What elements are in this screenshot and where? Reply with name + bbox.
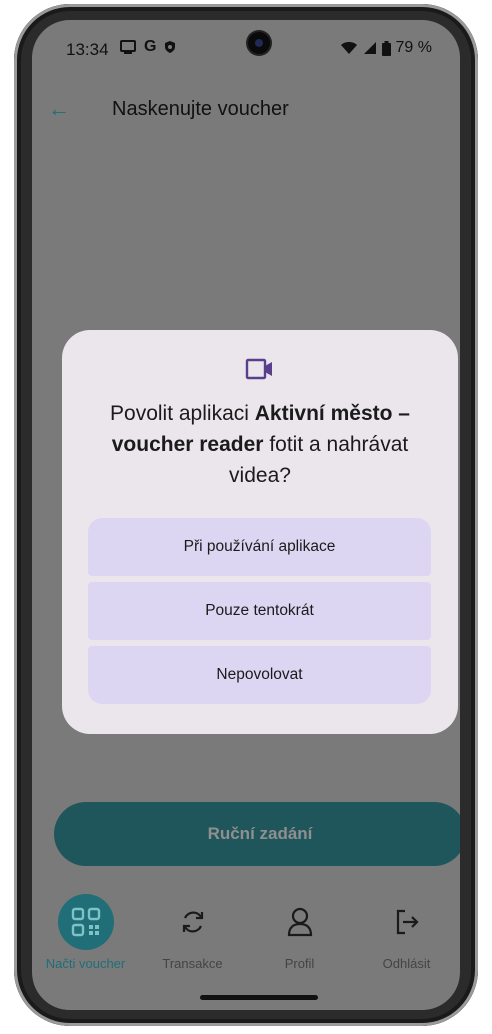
- nav-item-profile[interactable]: Profil: [246, 882, 353, 978]
- permission-dialog: Povolit aplikaci Aktivní město – voucher…: [62, 330, 458, 734]
- dialog-title: Povolit aplikaci Aktivní město – voucher…: [82, 398, 438, 491]
- allow-while-using-button[interactable]: Při používání aplikace: [88, 518, 431, 576]
- logout-icon: [396, 909, 419, 935]
- cast-icon: [120, 40, 136, 54]
- deny-button[interactable]: Nepovolovat: [88, 646, 431, 704]
- notification-icons: G: [120, 38, 176, 56]
- nav-item-logout[interactable]: Odhlásit: [353, 882, 460, 978]
- nav-label-transactions: Transakce: [162, 956, 223, 971]
- allow-once-button[interactable]: Pouze tentokrát: [88, 582, 431, 640]
- video-camera-icon: [245, 358, 272, 380]
- page-title: Naskenujte voucher: [112, 98, 289, 120]
- person-icon: [287, 907, 312, 937]
- status-bar: 13:34 G 79 %: [32, 20, 460, 76]
- qr-code-icon: [71, 907, 100, 937]
- nav-label-scan-voucher: Načti voucher: [45, 956, 126, 971]
- battery-percent: 79 %: [395, 39, 432, 56]
- nav-icon-wrap: [379, 894, 435, 950]
- nav-item-transactions[interactable]: Transakce: [139, 882, 246, 978]
- app-bar: ← Naskenujte voucher: [32, 88, 460, 128]
- battery-icon: [381, 40, 391, 56]
- google-icon: G: [144, 38, 157, 55]
- screen: 13:34 G 79 % ← Naskenujte voucher Povoli…: [32, 20, 460, 1010]
- signal-icon: [363, 42, 376, 54]
- nav-label-profile: Profil: [284, 956, 315, 971]
- dialog-title-prefix: Povolit aplikaci: [110, 402, 255, 425]
- gesture-area: [32, 982, 460, 1010]
- nav-label-logout: Odhlásit: [382, 956, 431, 971]
- home-indicator[interactable]: [200, 995, 318, 1000]
- shield-icon: [165, 41, 176, 53]
- nav-item-scan-voucher[interactable]: Načti voucher: [32, 882, 139, 978]
- nav-icon-wrap: [57, 894, 114, 950]
- refresh-icon: [182, 911, 203, 933]
- nav-icon-wrap: [165, 894, 221, 950]
- front-camera: [248, 32, 270, 54]
- wifi-icon: [340, 42, 357, 54]
- manual-entry-button[interactable]: Ruční zadání: [54, 802, 460, 866]
- status-time: 13:34: [66, 40, 109, 59]
- nav-icon-wrap: [272, 894, 328, 950]
- back-arrow-icon[interactable]: ←: [48, 96, 70, 122]
- status-right: 79 %: [340, 39, 432, 57]
- bottom-nav: Načti voucher Transakce Profil Odhlásit: [32, 882, 460, 982]
